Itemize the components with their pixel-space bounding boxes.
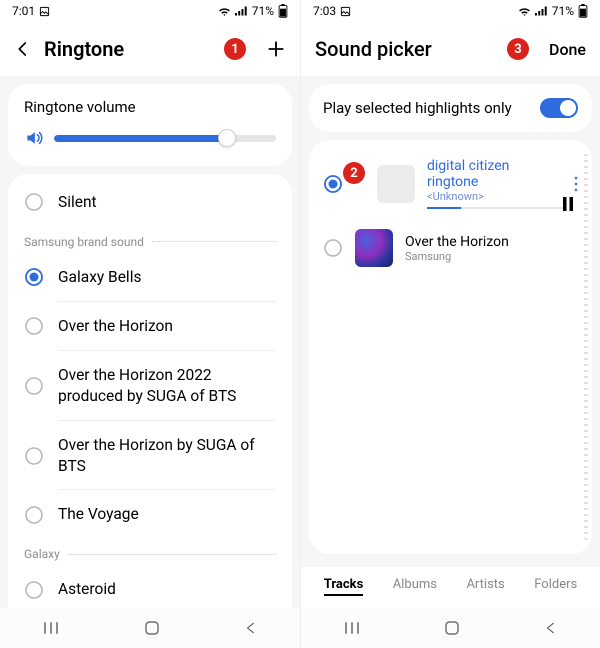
ringtone-item-oth-suga[interactable]: Over the Horizon by SUGA of BTS <box>8 421 292 491</box>
status-time: 7:01 <box>12 4 35 18</box>
sound-list: 2 digital citizen ringtone <Unknown> Ove… <box>309 140 592 554</box>
callout-badge-3: 3 <box>507 38 529 60</box>
wifi-icon <box>218 6 231 16</box>
image-icon <box>340 6 351 17</box>
ringtone-volume-card: Ringtone volume <box>8 84 292 166</box>
tab-folders[interactable]: Folders <box>534 577 577 596</box>
ringtone-settings-screen: 7:01 71% Ringtone 1 Ringtone volume <box>0 0 300 648</box>
done-button[interactable]: Done <box>549 40 586 59</box>
highlights-toggle-row[interactable]: Play selected highlights only <box>309 84 592 132</box>
ringtone-item-galaxy-bells[interactable]: Galaxy Bells <box>8 253 292 302</box>
sound-picker-tabs: Tracks Albums Artists Folders <box>301 567 600 608</box>
system-nav-bar <box>301 608 600 648</box>
nav-recents-icon[interactable] <box>42 621 60 635</box>
status-time: 7:03 <box>313 4 336 18</box>
signal-icon <box>535 6 548 16</box>
ringtone-list: Silent Samsung brand sound Galaxy Bells … <box>8 174 292 646</box>
ringtone-item-asteroid[interactable]: Asteroid <box>8 565 292 614</box>
status-battery-text: 71% <box>252 4 274 18</box>
ringtone-item-silent[interactable]: Silent <box>8 178 292 227</box>
nav-home-icon[interactable] <box>144 620 160 636</box>
album-art-placeholder <box>377 165 415 203</box>
ringtone-item-voyage[interactable]: The Voyage <box>8 490 292 539</box>
sound-picker-screen: 7:03 71% Sound picker 3 Done Play select… <box>300 0 600 648</box>
tab-artists[interactable]: Artists <box>466 577 504 596</box>
status-bar: 7:03 71% <box>301 0 600 22</box>
nav-recents-icon[interactable] <box>343 621 361 635</box>
song-title: Over the Horizon <box>405 234 578 250</box>
volume-slider[interactable] <box>54 130 276 146</box>
ringtone-item-oth-2022[interactable]: Over the Horizon 2022 produced by SUGA o… <box>8 351 292 421</box>
page-title: Sound picker <box>315 37 495 61</box>
signal-icon <box>235 6 248 16</box>
more-icon[interactable] <box>574 176 578 192</box>
nav-back-icon[interactable] <box>244 621 258 635</box>
section-header-samsung: Samsung brand sound <box>8 227 292 253</box>
back-icon[interactable] <box>14 40 32 58</box>
playback-progress[interactable] <box>427 207 567 209</box>
callout-badge-2: 2 <box>343 162 365 184</box>
song-artist: Samsung <box>405 250 578 263</box>
system-nav-bar <box>0 608 300 648</box>
song-artist: <Unknown> <box>427 190 558 203</box>
toggle-label: Play selected highlights only <box>323 99 512 117</box>
image-icon <box>39 6 50 17</box>
nav-back-icon[interactable] <box>544 621 558 635</box>
wifi-icon <box>518 6 531 16</box>
song-title: digital citizen ringtone <box>427 158 558 190</box>
callout-badge-1: 1 <box>224 38 246 60</box>
status-bar: 7:01 71% <box>0 0 300 22</box>
tab-albums[interactable]: Albums <box>393 577 437 596</box>
status-battery-text: 71% <box>552 4 574 18</box>
nav-home-icon[interactable] <box>444 620 460 636</box>
page-title: Ringtone <box>44 37 212 61</box>
song-item[interactable]: Over the Horizon Samsung <box>309 219 592 277</box>
battery-icon <box>278 4 288 18</box>
ringtone-item-over-the-horizon[interactable]: Over the Horizon <box>8 302 292 351</box>
pause-icon[interactable] <box>562 197 574 211</box>
tab-tracks[interactable]: Tracks <box>324 577 364 596</box>
song-item-selected[interactable]: 2 digital citizen ringtone <Unknown> <box>309 148 592 219</box>
highlights-switch[interactable] <box>540 98 578 118</box>
volume-label: Ringtone volume <box>24 98 276 116</box>
header: Ringtone 1 <box>0 22 300 76</box>
volume-icon <box>24 128 44 148</box>
album-art <box>355 229 393 267</box>
header: Sound picker 3 Done <box>301 22 600 76</box>
battery-icon <box>578 4 588 18</box>
add-icon[interactable] <box>266 39 286 59</box>
section-header-galaxy: Galaxy <box>8 539 292 565</box>
